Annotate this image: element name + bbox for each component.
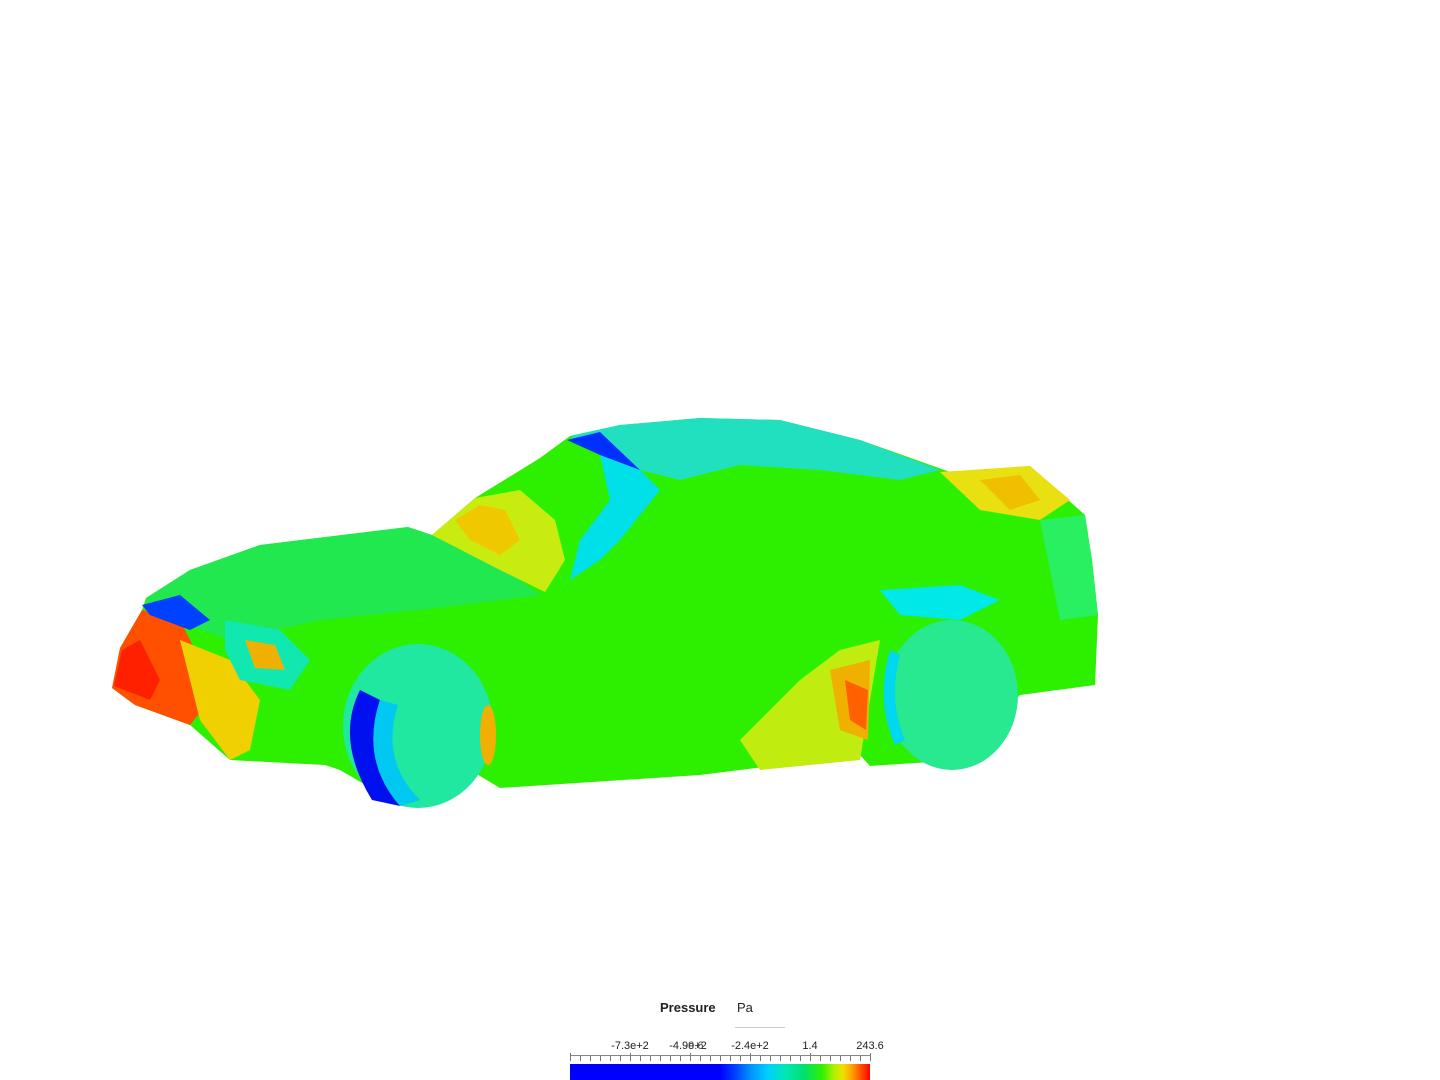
tick-mark — [710, 1056, 711, 1061]
tick-mark — [770, 1056, 771, 1061]
tick-mark — [840, 1056, 841, 1061]
tick-label: 243.6 — [856, 1040, 884, 1052]
tick-label: 1.4 — [802, 1040, 818, 1052]
car-pressure-contour-model[interactable] — [0, 0, 1440, 1080]
tick-mark — [790, 1056, 791, 1061]
tick-mark — [850, 1056, 851, 1061]
legend-unit: Pa — [735, 1000, 785, 1028]
tick-mark — [610, 1056, 611, 1061]
tick-label: -2.4e+2 — [731, 1040, 769, 1052]
tick-mark — [750, 1053, 751, 1061]
tick-mark — [660, 1056, 661, 1061]
3d-viewport[interactable]: Pressure Pa -7.3e+2 -4.9e+2 -9.6 -2.4e+2… — [0, 0, 1440, 1080]
tick-mark — [830, 1056, 831, 1061]
tick-mark — [760, 1056, 761, 1061]
tick-mark — [600, 1056, 601, 1061]
tick-mark — [670, 1056, 671, 1061]
tick-mark — [730, 1056, 731, 1061]
tick-label: -9.6 — [684, 1040, 704, 1052]
tick-mark — [690, 1053, 691, 1061]
tick-mark — [680, 1056, 681, 1061]
legend-title: Pressure — [660, 1000, 716, 1015]
pressure-legend: Pressure Pa -7.3e+2 -4.9e+2 -9.6 -2.4e+2… — [560, 990, 890, 1080]
tick-label: -7.3e+2 — [611, 1040, 649, 1052]
tick-mark — [860, 1056, 861, 1061]
tick-mark — [590, 1056, 591, 1061]
tick-mark — [720, 1056, 721, 1061]
tick-mark — [620, 1056, 621, 1061]
tick-mark — [640, 1056, 641, 1061]
tick-mark — [580, 1056, 581, 1061]
tick-mark — [570, 1053, 571, 1061]
pressure-colorbar — [570, 1064, 870, 1080]
tick-mark — [870, 1053, 871, 1061]
tick-mark — [800, 1056, 801, 1061]
tick-mark — [740, 1056, 741, 1061]
tick-mark — [700, 1056, 701, 1061]
tick-mark — [650, 1056, 651, 1061]
tick-mark — [630, 1053, 631, 1061]
tick-mark — [780, 1056, 781, 1061]
tick-mark — [810, 1053, 811, 1061]
tick-mark — [820, 1056, 821, 1061]
